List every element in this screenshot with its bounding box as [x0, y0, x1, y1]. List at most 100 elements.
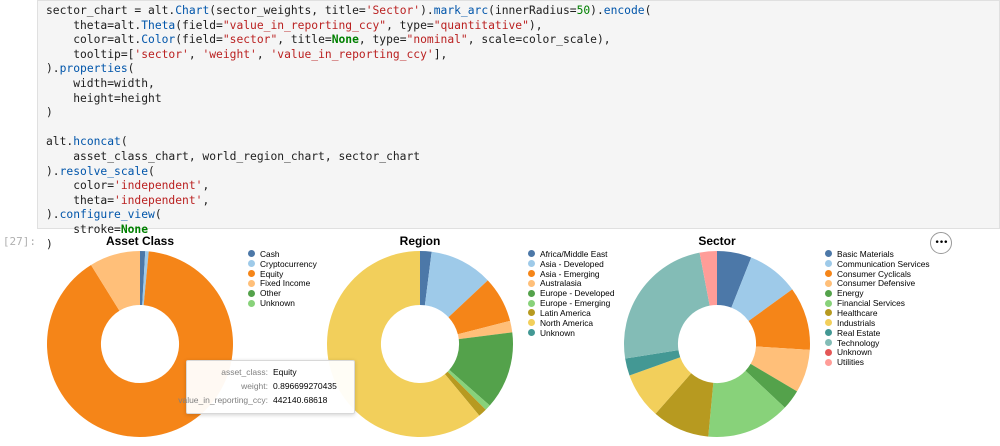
- legend-item[interactable]: Financial Services: [825, 298, 930, 308]
- tooltip-value: 442140.68618: [273, 395, 328, 405]
- legend-label: Basic Materials: [837, 248, 894, 259]
- legend-label: Real Estate: [837, 327, 881, 338]
- legend-item[interactable]: Consumer Defensive: [825, 278, 930, 288]
- legend-item[interactable]: Unknown: [248, 298, 317, 308]
- legend-label: Equity: [260, 268, 284, 279]
- legend-item[interactable]: Cryptocurrency: [248, 259, 317, 269]
- legend-swatch-icon: [528, 299, 535, 307]
- code-token: (: [154, 208, 162, 222]
- code-token: None: [331, 33, 359, 47]
- slice-technology[interactable]: [624, 252, 710, 359]
- legend-item[interactable]: Latin America: [528, 308, 615, 318]
- chart-actions-button[interactable]: •••: [930, 232, 952, 254]
- code-token: (field=: [175, 33, 223, 47]
- code-line: ): [46, 106, 651, 121]
- legend-swatch-icon: [248, 289, 255, 297]
- code-token: sector_chart = alt.: [46, 4, 176, 17]
- chart-title-sector: Sector: [698, 234, 736, 248]
- sector-donut[interactable]: [622, 249, 812, 439]
- code-token: hconcat: [73, 135, 121, 149]
- legend-item[interactable]: Real Estate: [825, 328, 930, 338]
- code-token: 'independent': [114, 193, 203, 207]
- legend-swatch-icon: [528, 279, 535, 287]
- tooltip-key: weight:: [241, 381, 268, 391]
- legend-item[interactable]: Other: [248, 288, 317, 298]
- code-token: Color: [141, 33, 176, 47]
- code-token: ).: [46, 208, 60, 222]
- code-line: sector_chart = alt.Chart(sector_weights,…: [46, 4, 651, 19]
- code-token: (: [148, 164, 155, 178]
- code-token: 'value_in_reporting_ccy': [270, 47, 434, 61]
- asset-class-legend: Cash Cryptocurrency Equity Fixed Income Othe…: [248, 249, 317, 308]
- tooltip-row: asset_class: Equity: [187, 367, 354, 381]
- code-token: width=width,: [46, 76, 155, 90]
- legend-item[interactable]: Utilities: [825, 357, 930, 367]
- legend-item[interactable]: Europe - Emerging: [528, 298, 615, 308]
- legend-swatch-icon: [528, 250, 535, 258]
- code-token: ,: [202, 193, 210, 207]
- legend-item[interactable]: Communication Services: [825, 259, 930, 269]
- code-token: ).: [46, 164, 60, 178]
- tooltip-key: value_in_reporting_ccy:: [178, 395, 268, 405]
- tooltip-value: 0.896699270435: [273, 381, 337, 391]
- legend-item[interactable]: Energy: [825, 288, 930, 298]
- legend-item[interactable]: Asia - Developed: [528, 259, 615, 269]
- code-line: color=alt.Color(field="sector", title=No…: [46, 33, 651, 48]
- legend-label: Africa/Middle East: [540, 248, 608, 259]
- code-token: , title=: [277, 33, 332, 47]
- code-token: configure_view: [59, 208, 155, 222]
- legend-item[interactable]: Asia - Emerging: [528, 269, 615, 279]
- code-token: ,: [188, 47, 203, 61]
- legend-item[interactable]: Unknown: [528, 328, 615, 338]
- code-line: height=height: [46, 92, 651, 107]
- legend-item[interactable]: North America: [528, 318, 615, 328]
- legend-label: Asia - Emerging: [540, 268, 600, 279]
- legend-label: Australasia: [540, 278, 582, 289]
- chart-title-asset-class: Asset Class: [105, 234, 175, 248]
- legend-item[interactable]: Unknown: [825, 347, 930, 357]
- legend-label: Unknown: [260, 298, 295, 309]
- legend-label: Consumer Cyclicals: [837, 268, 911, 279]
- code-line: ).resolve_scale(: [46, 165, 651, 180]
- legend-item[interactable]: Australasia: [528, 278, 615, 289]
- legend-item[interactable]: Basic Materials: [825, 249, 930, 259]
- sector-legend: Basic Materials Communication Services Con…: [825, 249, 930, 367]
- code-token: theta=: [46, 193, 115, 207]
- legend-item[interactable]: Healthcare: [825, 308, 930, 318]
- code-token: , scale=color_scale),: [467, 33, 611, 47]
- code-token: 'Sector': [365, 4, 421, 17]
- legend-swatch-icon: [248, 260, 255, 268]
- legend-item[interactable]: Cash: [248, 249, 317, 259]
- legend-item[interactable]: Europe - Developed: [528, 288, 615, 298]
- legend-swatch-icon: [248, 270, 255, 278]
- chart-tooltip: asset_class: Equity weight: 0.8966992704…: [178, 360, 355, 414]
- legend-item[interactable]: Technology: [825, 338, 930, 348]
- code-token: ).: [46, 62, 60, 76]
- region-legend: Africa/Middle East Asia - Developed Asia -…: [528, 249, 615, 338]
- legend-swatch-icon: [825, 309, 832, 317]
- code-token: (: [120, 135, 128, 149]
- legend-item[interactable]: Equity: [248, 269, 317, 279]
- code-token: (field=: [175, 18, 223, 32]
- legend-label: Fixed Income: [260, 278, 311, 289]
- tooltip-key: asset_class:: [221, 367, 268, 377]
- legend-swatch-icon: [825, 339, 832, 347]
- legend-swatch-icon: [825, 299, 832, 307]
- code-token: 'independent': [114, 179, 203, 193]
- legend-item[interactable]: Consumer Cyclicals: [825, 269, 930, 279]
- code-cell[interactable]: sector_chart = alt.Chart(sector_weights,…: [37, 0, 1000, 251]
- legend-item[interactable]: Africa/Middle East: [528, 249, 615, 259]
- legend-item[interactable]: Fixed Income: [248, 278, 317, 289]
- legend-label: Communication Services: [837, 258, 930, 269]
- legend-swatch-icon: [248, 279, 255, 287]
- code-token: asset_class_chart, world_region_chart, s…: [46, 149, 421, 163]
- legend-item[interactable]: Industrials: [825, 318, 930, 328]
- code-token: Theta: [141, 18, 176, 32]
- code-token: theta=alt.: [46, 18, 142, 32]
- code-token: 'weight': [202, 47, 257, 61]
- code-token: properties: [59, 62, 128, 76]
- code-token: tooltip=[: [46, 47, 135, 61]
- code-editor[interactable]: sector_chart = alt.Chart(sector_weights,…: [46, 4, 651, 252]
- code-token: height=height: [46, 91, 162, 105]
- legend-swatch-icon: [248, 250, 255, 258]
